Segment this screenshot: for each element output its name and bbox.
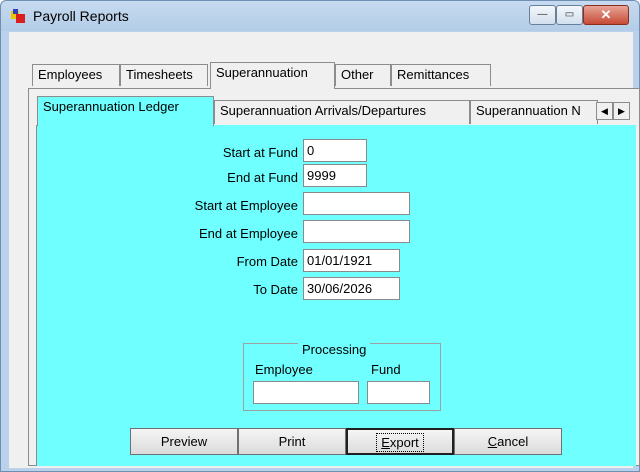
cancel-label: ancel — [497, 434, 529, 449]
tab-scroll-arrows: ◀ ▶ — [596, 102, 632, 120]
arrow-left-icon: ◀ — [601, 106, 608, 116]
minimize-icon: — — [537, 9, 548, 20]
from-date-input[interactable]: 01/01/1921 — [303, 249, 400, 272]
processing-employee-field[interactable] — [253, 381, 359, 404]
to-date-input[interactable]: 30/06/2026 — [303, 277, 400, 300]
from-date-label: From Date — [236, 254, 298, 269]
cancel-accelerator: C — [487, 434, 498, 449]
maximize-button[interactable]: ▭ — [556, 5, 583, 25]
start-fund-label: Start at Fund — [222, 145, 298, 160]
start-employee-input[interactable] — [303, 192, 410, 215]
arrow-right-icon: ▶ — [618, 106, 625, 116]
tab-superannuation[interactable]: Superannuation — [210, 62, 335, 89]
window-title: Payroll Reports — [33, 8, 129, 24]
end-employee-input[interactable] — [303, 220, 410, 243]
to-date-label: To Date — [253, 282, 298, 297]
end-fund-label: End at Fund — [227, 170, 298, 185]
app-icon — [11, 9, 27, 25]
close-button[interactable]: ✕ — [583, 5, 629, 25]
print-button[interactable]: Print — [238, 428, 346, 455]
export-label: xport — [389, 435, 419, 450]
processing-title: Processing — [298, 342, 371, 358]
start-employee-label: Start at Employee — [194, 198, 298, 213]
processing-employee-label: Employee — [255, 362, 313, 377]
tab-remittances[interactable]: Remittances — [391, 64, 491, 86]
export-accelerator: E — [381, 435, 390, 450]
tab-superannuation-n[interactable]: Superannuation N — [470, 100, 598, 124]
maximize-icon: ▭ — [564, 9, 575, 20]
processing-fund-field[interactable] — [367, 381, 430, 404]
export-button[interactable]: Export — [346, 428, 454, 455]
end-fund-input[interactable]: 9999 — [303, 164, 367, 187]
cancel-button[interactable]: Cancel — [454, 428, 562, 455]
processing-fund-label: Fund — [371, 362, 401, 377]
export-focus-ring: Export — [376, 433, 424, 452]
tab-employees[interactable]: Employees — [32, 64, 120, 86]
start-fund-input[interactable]: 0 — [303, 139, 367, 162]
tab-superannuation-ledger[interactable]: Superannuation Ledger — [37, 96, 214, 126]
tab-timesheets[interactable]: Timesheets — [120, 64, 208, 86]
tab-superannuation-arrivals-departures[interactable]: Superannuation Arrivals/Departures — [214, 100, 470, 124]
preview-button[interactable]: Preview — [130, 428, 238, 455]
title-bar[interactable]: Payroll Reports — ▭ ✕ — [1, 1, 639, 31]
close-icon: ✕ — [600, 7, 612, 22]
minimize-button[interactable]: — — [529, 5, 556, 25]
tab-scroll-right-button[interactable]: ▶ — [613, 102, 630, 120]
end-employee-label: End at Employee — [198, 226, 298, 241]
tab-other[interactable]: Other — [335, 64, 391, 86]
tab-scroll-left-button[interactable]: ◀ — [596, 102, 613, 120]
